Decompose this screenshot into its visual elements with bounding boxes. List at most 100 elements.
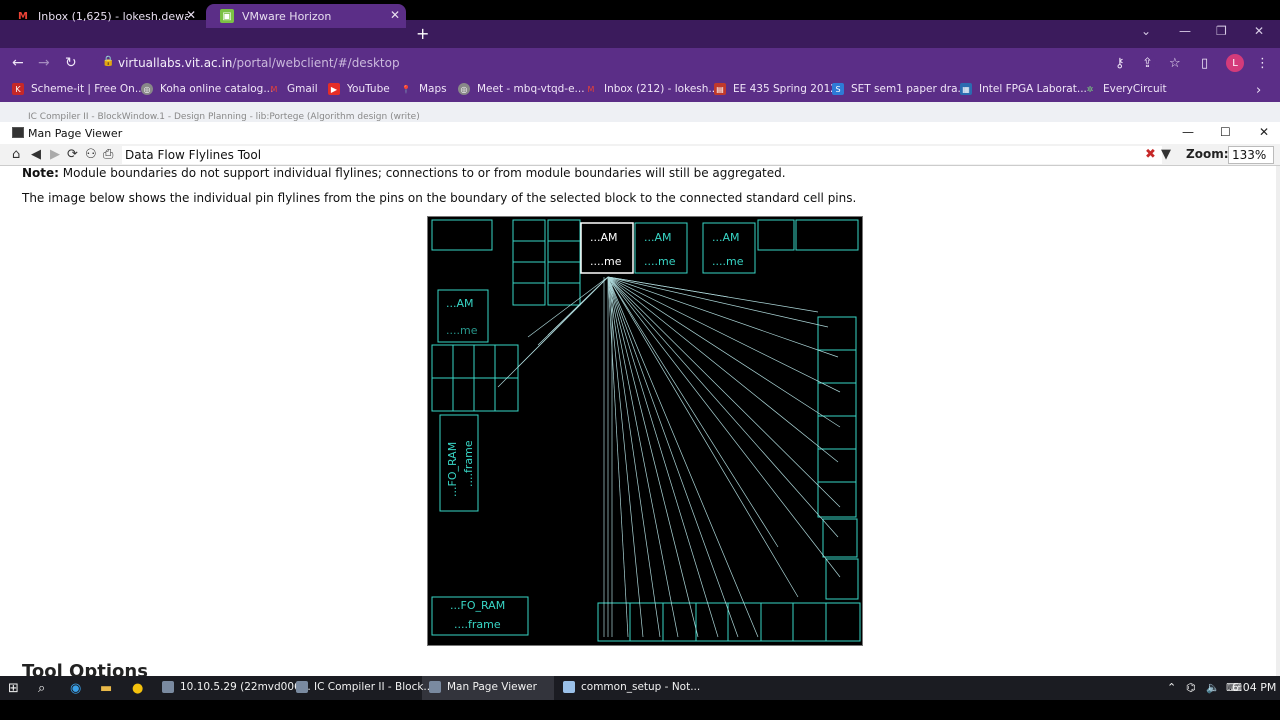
clock[interactable]: 6:04 PM bbox=[1232, 681, 1276, 694]
close-window-icon[interactable]: ✕ bbox=[1254, 24, 1264, 38]
youtube-icon: ▶ bbox=[328, 83, 340, 95]
content-scrollbar[interactable] bbox=[1276, 166, 1280, 676]
vmware-icon: ▣ bbox=[220, 9, 234, 23]
back-icon[interactable]: ◀ bbox=[31, 147, 41, 162]
bottom-black-band bbox=[0, 700, 1280, 720]
taskbar-label: 10.10.5.29 (22mvd006... bbox=[180, 681, 311, 693]
tab-label: VMware Horizon bbox=[242, 9, 332, 23]
description-paragraph: The image below shows the individual pin… bbox=[22, 191, 857, 205]
bookmark-gmail[interactable]: M Gmail bbox=[268, 83, 318, 95]
reload-icon[interactable]: ⟳ bbox=[67, 147, 78, 162]
key-icon[interactable]: ⚷ bbox=[1115, 56, 1125, 71]
remote-desktop[interactable]: IC Compiler II - BlockWindow.1 - Design … bbox=[0, 102, 1280, 676]
minimize-icon[interactable]: — bbox=[1179, 24, 1191, 38]
globe-icon: ◎ bbox=[458, 83, 470, 95]
taskbar-label: common_setup - Not... bbox=[581, 681, 701, 693]
bookmark-label: Gmail bbox=[287, 83, 318, 95]
forward-icon[interactable]: → bbox=[38, 55, 50, 71]
taskbar-label: Man Page Viewer bbox=[447, 681, 537, 693]
network-icon[interactable]: ⌬ bbox=[1186, 681, 1196, 694]
bookmark-youtube[interactable]: ▶ YouTube bbox=[328, 83, 390, 95]
tab-gmail-inbox[interactable]: M Inbox (1,625) - lokesh.dewangan ✕ bbox=[2, 4, 202, 28]
tray-chevron-up-icon[interactable]: ⌃ bbox=[1167, 681, 1176, 694]
clear-icon[interactable]: ✖ bbox=[1145, 147, 1156, 162]
bookmark-scheme-it[interactable]: K Scheme-it | Free On... bbox=[12, 83, 145, 95]
url-field[interactable]: 🔒 virtuallabs.vit.ac.in/portal/webclient… bbox=[96, 52, 1156, 74]
bookmark-maps[interactable]: 📍 Maps bbox=[400, 83, 447, 95]
reload-icon[interactable]: ↻ bbox=[65, 55, 77, 71]
side-panel-icon[interactable]: ▯ bbox=[1201, 56, 1208, 71]
globe-icon: ◎ bbox=[141, 83, 153, 95]
man-page-viewer-icon bbox=[429, 681, 441, 693]
tab-search-icon[interactable]: ⌄ bbox=[1141, 24, 1151, 38]
bookmark-koha[interactable]: ◎ Koha online catalog... bbox=[141, 83, 273, 95]
bookmark-star-icon[interactable]: ☆ bbox=[1169, 56, 1181, 71]
bookmark-label: Intel FPGA Laborat... bbox=[979, 83, 1087, 95]
zoom-select[interactable]: 133% bbox=[1228, 146, 1274, 164]
taskbar-item-ic-compiler[interactable]: IC Compiler II - Block... bbox=[296, 681, 433, 693]
taskbar-item-remote-session[interactable]: 10.10.5.29 (22mvd006... bbox=[162, 681, 311, 693]
bookmark-label: Koha online catalog... bbox=[160, 83, 274, 95]
macro-label-frame: ....frame bbox=[454, 618, 501, 631]
tab-label: Inbox (1,625) - lokesh.dewangan bbox=[38, 9, 188, 23]
flylines-diagram: ...AM ....me ...AM ....me ...AM ....me .… bbox=[431, 219, 861, 642]
bookmark-label: Inbox (212) - lokesh... bbox=[604, 83, 719, 95]
start-windows-icon[interactable]: ⊞ bbox=[8, 681, 19, 696]
macro-label-me: ....me bbox=[644, 255, 676, 268]
note-label: Note: bbox=[22, 166, 59, 180]
gmail-icon: M bbox=[587, 84, 595, 94]
remote-session-icon bbox=[162, 681, 174, 693]
macro-label-am: ...AM bbox=[644, 231, 672, 244]
taskbar-item-common-setup[interactable]: common_setup - Not... bbox=[563, 681, 700, 693]
close-icon[interactable]: ✕ bbox=[1259, 125, 1269, 139]
topic-field[interactable]: Data Flow Flylines Tool bbox=[122, 146, 1162, 164]
print-icon[interactable]: ⎙ bbox=[103, 147, 113, 162]
search-icon[interactable]: ⌕ bbox=[38, 681, 45, 696]
macro-label-me: ....me bbox=[712, 255, 744, 268]
macro-label-fo-ram: ...FO_RAM bbox=[446, 442, 459, 497]
window-title: Man Page Viewer bbox=[28, 126, 123, 140]
find-binoculars-icon[interactable]: ⚇ bbox=[85, 147, 97, 162]
restore-icon[interactable]: ❐ bbox=[1216, 24, 1227, 38]
notepad-icon bbox=[563, 681, 575, 693]
bookmark-label: YouTube bbox=[347, 83, 390, 95]
maximize-icon[interactable]: ☐ bbox=[1220, 125, 1231, 139]
close-tab-icon[interactable]: ✕ bbox=[186, 8, 196, 22]
taskbar-item-man-page-viewer[interactable]: Man Page Viewer bbox=[429, 681, 537, 693]
bookmark-meet[interactable]: ◎ Meet - mbq-vtqd-e... bbox=[458, 83, 585, 95]
bookmark-inbox[interactable]: M Inbox (212) - lokesh... bbox=[585, 83, 719, 95]
macro-label-me: ....me bbox=[446, 324, 478, 337]
chrome-icon[interactable]: ● bbox=[132, 681, 143, 696]
tab-vmware-horizon[interactable]: ▣ VMware Horizon ✕ bbox=[206, 4, 406, 28]
gmail-icon: M bbox=[18, 10, 28, 22]
profile-avatar[interactable]: L bbox=[1226, 54, 1244, 72]
app-window-icon bbox=[12, 127, 24, 138]
macro-label-am: ...AM bbox=[712, 231, 740, 244]
section-heading: Tool Options bbox=[22, 661, 148, 676]
back-icon[interactable]: ← bbox=[12, 55, 24, 71]
new-tab-icon[interactable]: + bbox=[416, 24, 429, 43]
edge-icon[interactable]: ◉ bbox=[70, 681, 81, 696]
close-tab-icon[interactable]: ✕ bbox=[390, 8, 400, 22]
volume-icon[interactable]: 🔈 bbox=[1206, 681, 1220, 694]
man-page-content[interactable]: Note: Module boundaries do not support i… bbox=[0, 166, 1276, 676]
ic-compiler-icon bbox=[296, 681, 308, 693]
bookmark-everycircuit[interactable]: ✲ EveryCircuit bbox=[1084, 83, 1167, 95]
file-explorer-icon[interactable]: ▬ bbox=[100, 681, 112, 696]
bookmark-ee435[interactable]: ▤ EE 435 Spring 2012 bbox=[714, 83, 837, 95]
flylines-figure: ...AM ....me ...AM ....me ...AM ....me .… bbox=[427, 216, 863, 646]
forward-icon[interactable]: ▶ bbox=[50, 147, 60, 162]
share-icon[interactable]: ⇪ bbox=[1142, 56, 1153, 71]
bookmark-set-sem1[interactable]: S SET sem1 paper dra... bbox=[832, 83, 968, 95]
viewer-toolbar: ⌂ ◀ ▶ ⟳ ⚇ ⎙ Data Flow Flylines Tool ✖ ▼ … bbox=[0, 144, 1280, 166]
minimize-icon[interactable]: — bbox=[1182, 125, 1194, 139]
man-page-viewer-titlebar[interactable]: Man Page Viewer — ☐ ✕ bbox=[0, 122, 1280, 144]
macro-label-frame: ....frame bbox=[462, 440, 475, 487]
taskbar-label: IC Compiler II - Block... bbox=[314, 681, 434, 693]
macro-label-am: ...AM bbox=[446, 297, 474, 310]
bookmarks-overflow-icon[interactable]: › bbox=[1256, 83, 1261, 98]
home-icon[interactable]: ⌂ bbox=[12, 147, 20, 162]
dropdown-chevron-down-icon[interactable]: ▼ bbox=[1161, 147, 1171, 162]
bookmark-intel-fpga[interactable]: ▦ Intel FPGA Laborat... bbox=[960, 83, 1087, 95]
menu-kebab-icon[interactable]: ⋮ bbox=[1256, 56, 1269, 71]
